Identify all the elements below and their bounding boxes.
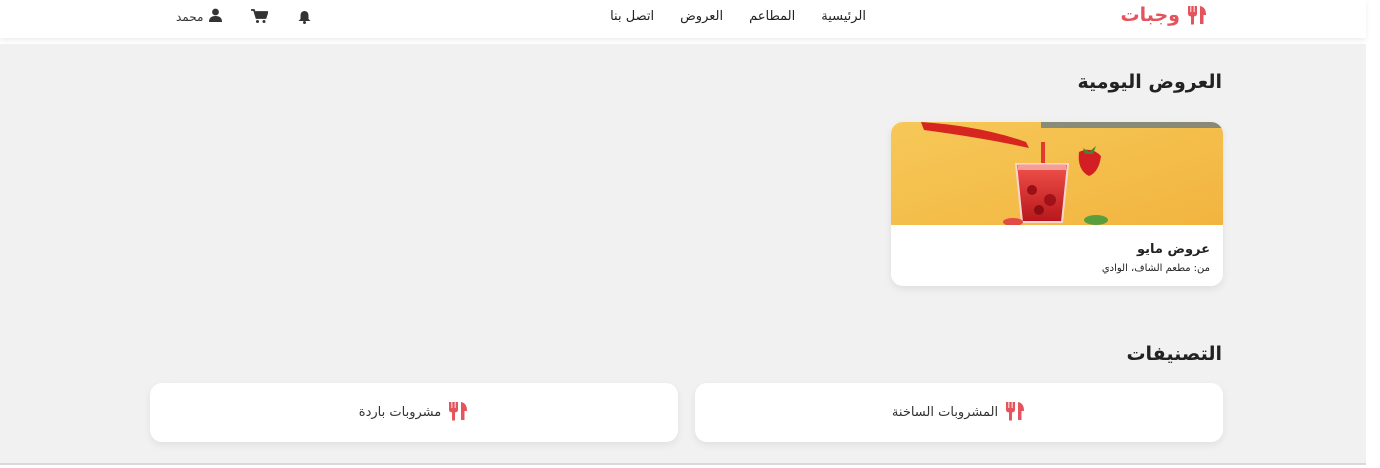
- category-label: المشروبات الساخنة: [891, 405, 999, 420]
- app-frame: وجبات الرئيسية المطاعم العروض اتصل بنا م…: [0, 0, 1380, 468]
- top-navbar: وجبات الرئيسية المطاعم العروض اتصل بنا م…: [0, 0, 1366, 38]
- category-card-cold-drinks[interactable]: مشروبات باردة: [150, 383, 678, 442]
- brand-logo[interactable]: وجبات: [1121, 4, 1209, 26]
- utensils-icon: [1186, 4, 1208, 26]
- user-menu[interactable]: محمد: [176, 8, 223, 25]
- nav-restaurants[interactable]: المطاعم: [749, 9, 795, 24]
- strawberry-juice-image: [891, 122, 1223, 225]
- offer-name: عروض مايو: [1136, 242, 1210, 257]
- bell-icon[interactable]: [298, 10, 311, 24]
- offer-restaurant: من:مطعم الشاف، الوادي: [1102, 263, 1210, 274]
- offers-section-title: العروض اليومية: [1077, 71, 1222, 93]
- user-toolbar: محمد: [176, 8, 311, 25]
- user-name: محمد: [176, 9, 204, 24]
- nav-home[interactable]: الرئيسية: [821, 9, 866, 24]
- nav-contact[interactable]: اتصل بنا: [610, 9, 654, 24]
- user-icon: [208, 8, 223, 25]
- cart-icon[interactable]: [251, 9, 269, 24]
- category-label: مشروبات باردة: [358, 405, 442, 420]
- offer-from-value: مطعم الشاف، الوادي: [1101, 263, 1191, 274]
- utensils-icon: [447, 400, 469, 426]
- offer-card[interactable]: عروض مايو من:مطعم الشاف، الوادي: [891, 122, 1223, 286]
- offer-from-label: من:: [1193, 263, 1210, 274]
- nav-offers[interactable]: العروض: [680, 9, 723, 24]
- utensils-icon: [1004, 400, 1026, 426]
- main-nav: الرئيسية المطاعم العروض اتصل بنا: [610, 9, 866, 24]
- category-card-hot-drinks[interactable]: المشروبات الساخنة: [695, 383, 1223, 442]
- categories-section-title: التصنيفات: [1126, 343, 1222, 365]
- brand-name: وجبات: [1120, 4, 1181, 26]
